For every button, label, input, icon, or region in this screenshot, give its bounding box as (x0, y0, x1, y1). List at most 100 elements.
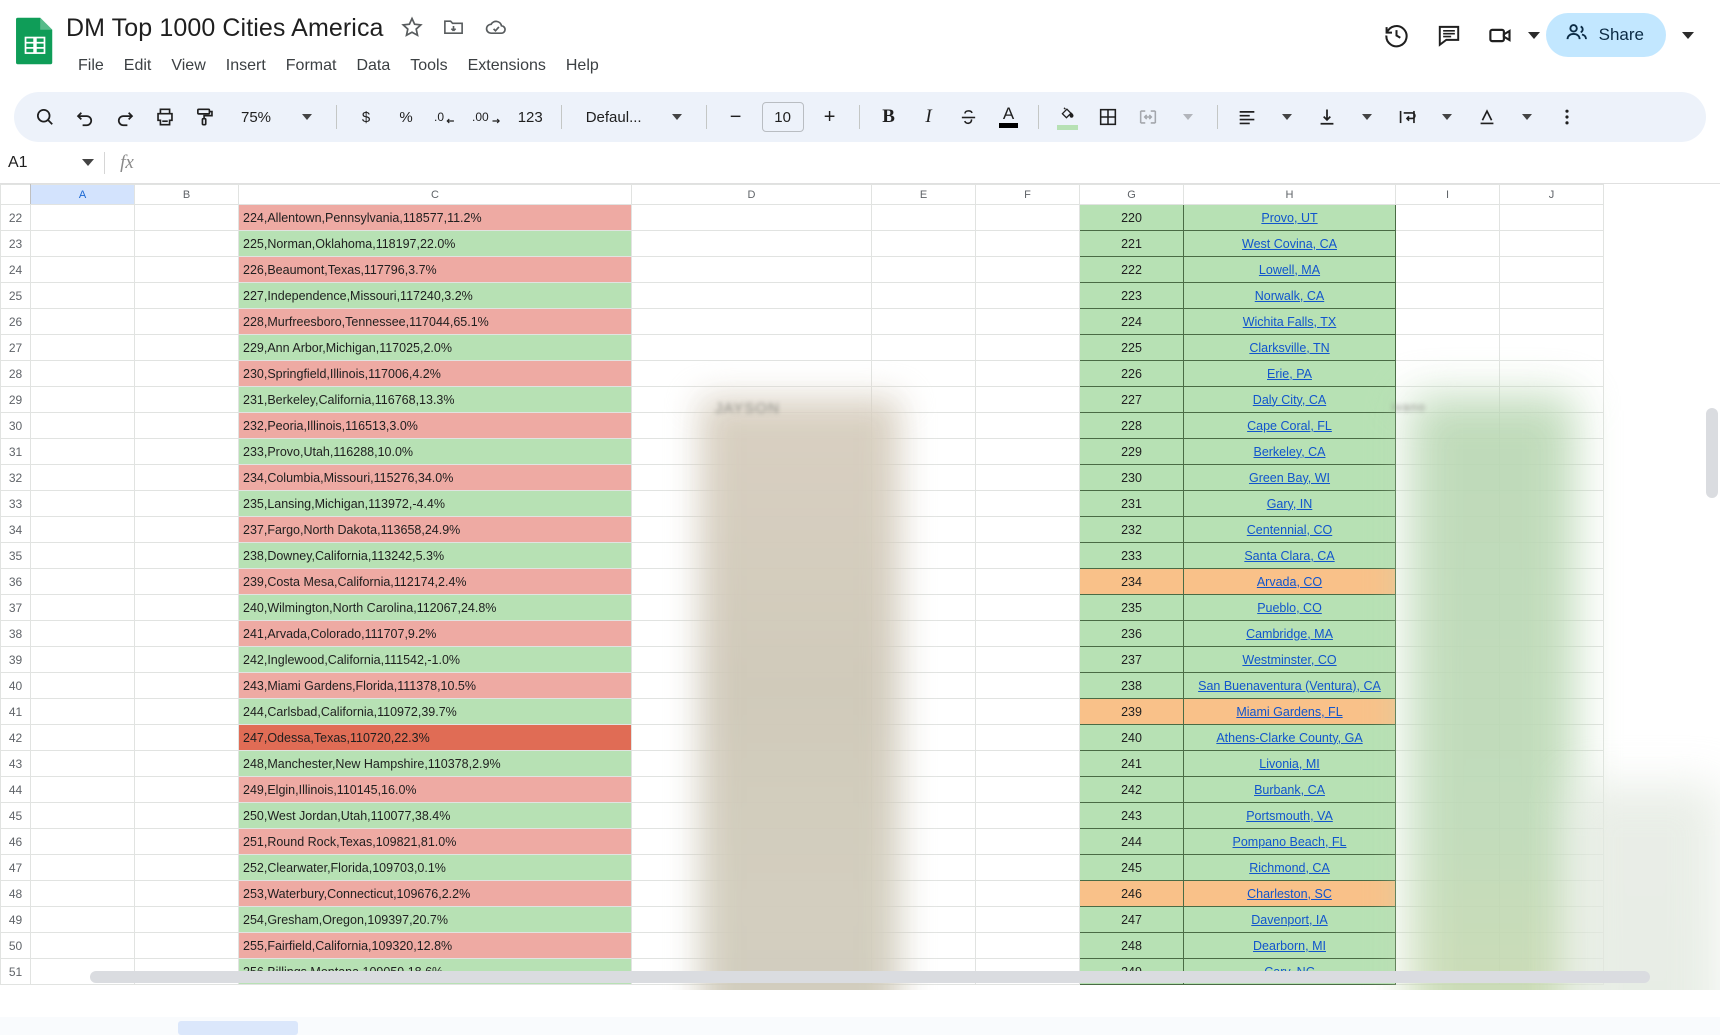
cell-A35[interactable] (30, 542, 135, 569)
cell-E27[interactable] (871, 334, 976, 361)
cell-B26[interactable] (134, 308, 239, 335)
row-header[interactable]: 22 (0, 204, 31, 231)
cell-A44[interactable] (30, 776, 135, 803)
cell-H35[interactable]: Santa Clara, CA (1183, 542, 1396, 569)
cell-F32[interactable] (975, 464, 1080, 491)
cell-C33[interactable]: 235,Lansing,Michigan,113972,-4.4% (238, 490, 632, 517)
cell-E28[interactable] (871, 360, 976, 387)
cell-A22[interactable] (30, 204, 135, 231)
font-size-input-wrap[interactable]: 10 (757, 98, 809, 136)
cell-C34[interactable]: 237,Fargo,North Dakota,113658,24.9% (238, 516, 632, 543)
table-row[interactable]: 24 226,Beaumont,Texas,117796,3.7% 222 Lowel… (0, 256, 1604, 283)
cell-I24[interactable] (1395, 256, 1500, 283)
cell-H48[interactable]: Charleston, SC (1183, 880, 1396, 907)
cell-A26[interactable] (30, 308, 135, 335)
row-header[interactable]: 29 (0, 386, 31, 413)
cell-D30[interactable] (631, 412, 872, 439)
cell-A34[interactable] (30, 516, 135, 543)
share-button[interactable]: Share (1545, 13, 1666, 57)
cell-G41[interactable]: 239 (1079, 698, 1184, 725)
text-color-button[interactable]: A (990, 98, 1028, 136)
row-header[interactable]: 41 (0, 698, 31, 725)
cell-link[interactable]: Portsmouth, VA (1246, 809, 1333, 823)
cell-A32[interactable] (30, 464, 135, 491)
table-row[interactable]: 39 242,Inglewood,California,111542,-1.0% 2… (0, 646, 1604, 673)
cell-I40[interactable] (1395, 672, 1500, 699)
decrease-font-size-button[interactable]: − (717, 98, 755, 136)
horizontal-scroll-thumb[interactable] (90, 971, 1650, 983)
cell-D48[interactable] (631, 880, 872, 907)
cell-H24[interactable]: Lowell, MA (1183, 256, 1396, 283)
halign-chevron-down-icon[interactable] (1268, 98, 1306, 136)
cell-H42[interactable]: Athens-Clarke County, GA (1183, 724, 1396, 751)
cell-E38[interactable] (871, 620, 976, 647)
cell-E37[interactable] (871, 594, 976, 621)
menu-tools[interactable]: Tools (400, 54, 457, 78)
cell-E29[interactable] (871, 386, 976, 413)
cell-G29[interactable]: 227 (1079, 386, 1184, 413)
menu-data[interactable]: Data (346, 54, 400, 78)
table-row[interactable]: 32 234,Columbia,Missouri,115276,34.0% 230 G… (0, 464, 1604, 491)
column-header-j[interactable]: J (1499, 184, 1604, 205)
cell-I33[interactable] (1395, 490, 1500, 517)
document-title[interactable]: DM Top 1000 Cities America (66, 14, 384, 43)
cell-F23[interactable] (975, 230, 1080, 257)
cell-J30[interactable] (1499, 412, 1604, 439)
cell-I29[interactable] (1395, 386, 1500, 413)
cell-D36[interactable] (631, 568, 872, 595)
row-header[interactable]: 48 (0, 880, 31, 907)
cell-C45[interactable]: 250,West Jordan,Utah,110077,38.4% (238, 802, 632, 829)
cell-E23[interactable] (871, 230, 976, 257)
table-row[interactable]: 23 225,Norman,Oklahoma,118197,22.0% 221 Wes… (0, 230, 1604, 257)
spreadsheet-grid[interactable]: A B C D E F G H I J 22 224,Allentown,Penn… (0, 184, 1720, 990)
row-header[interactable]: 51 (0, 958, 31, 985)
share-dropdown-icon[interactable] (1672, 18, 1706, 52)
cell-F27[interactable] (975, 334, 1080, 361)
cell-G30[interactable]: 228 (1079, 412, 1184, 439)
cell-H31[interactable]: Berkeley, CA (1183, 438, 1396, 465)
cell-C43[interactable]: 248,Manchester,New Hampshire,110378,2.9% (238, 750, 632, 777)
cell-F22[interactable] (975, 204, 1080, 231)
cell-A41[interactable] (30, 698, 135, 725)
cell-C35[interactable]: 238,Downey,California,113242,5.3% (238, 542, 632, 569)
cell-J28[interactable] (1499, 360, 1604, 387)
search-icon[interactable] (26, 98, 64, 136)
horizontal-scrollbar[interactable] (30, 970, 1690, 984)
cell-I48[interactable] (1395, 880, 1500, 907)
cell-H26[interactable]: Wichita Falls, TX (1183, 308, 1396, 335)
cell-E45[interactable] (871, 802, 976, 829)
cell-A25[interactable] (30, 282, 135, 309)
row-header[interactable]: 36 (0, 568, 31, 595)
cell-link[interactable]: Santa Clara, CA (1244, 549, 1334, 563)
cell-D28[interactable] (631, 360, 872, 387)
vertical-scrollbar[interactable] (1706, 408, 1718, 990)
cell-C41[interactable]: 244,Carlsbad,California,110972,39.7% (238, 698, 632, 725)
video-camera-icon[interactable] (1478, 12, 1524, 58)
cell-D29[interactable] (631, 386, 872, 413)
chevron-down-icon[interactable] (1527, 31, 1540, 39)
cell-link[interactable]: Arvada, CO (1257, 575, 1322, 589)
increase-decimal-button[interactable]: .00 (467, 98, 508, 136)
cell-B39[interactable] (134, 646, 239, 673)
cell-B37[interactable] (134, 594, 239, 621)
zoom-chevron-down-icon[interactable] (288, 98, 326, 136)
text-wrap-icon[interactable] (1388, 98, 1426, 136)
cell-H40[interactable]: San Buenaventura (Ventura), CA (1183, 672, 1396, 699)
cell-link[interactable]: Charleston, SC (1247, 887, 1332, 901)
merge-cells-icon[interactable] (1129, 98, 1167, 136)
cell-B41[interactable] (134, 698, 239, 725)
row-header[interactable]: 31 (0, 438, 31, 465)
cell-J33[interactable] (1499, 490, 1604, 517)
cell-J24[interactable] (1499, 256, 1604, 283)
cell-D33[interactable] (631, 490, 872, 517)
row-header[interactable]: 35 (0, 542, 31, 569)
cell-link[interactable]: Davenport, IA (1251, 913, 1327, 927)
cell-I26[interactable] (1395, 308, 1500, 335)
cell-E32[interactable] (871, 464, 976, 491)
cell-J48[interactable] (1499, 880, 1604, 907)
cell-E22[interactable] (871, 204, 976, 231)
row-header[interactable]: 50 (0, 932, 31, 959)
table-row[interactable]: 49 254,Gresham,Oregon,109397,20.7% 247 Dave… (0, 906, 1604, 933)
cell-E30[interactable] (871, 412, 976, 439)
cell-E31[interactable] (871, 438, 976, 465)
